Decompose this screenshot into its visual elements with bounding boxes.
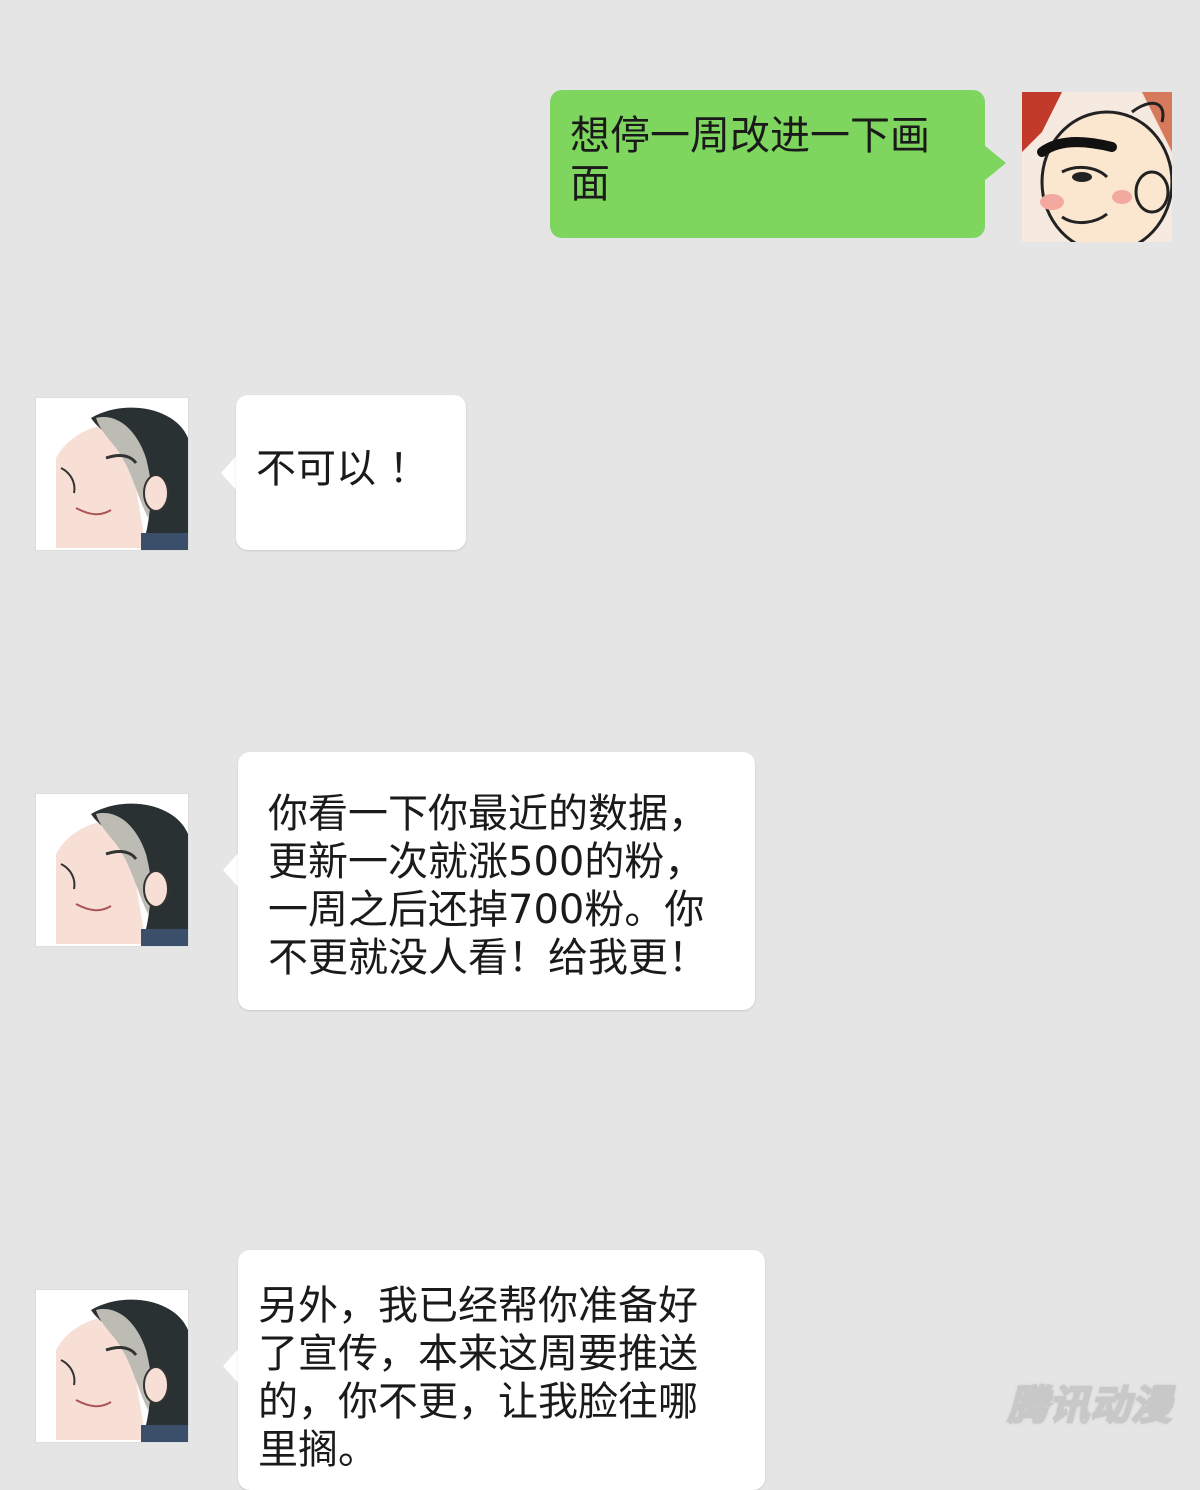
message-bubble-incoming[interactable]: 另外，我已经帮你准备好了宣传，本来这周要推送的，你不更，让我脸往哪里搁。 <box>238 1250 765 1490</box>
long-haired-man-avatar[interactable] <box>36 398 188 550</box>
message-bubble-outgoing[interactable]: 想停一周改进一下画面 <box>550 90 985 238</box>
bubble-tail <box>984 145 1006 181</box>
long-haired-man-avatar[interactable] <box>36 794 188 946</box>
bald-cartoon-man-avatar[interactable] <box>1022 92 1172 242</box>
message-bubble-incoming[interactable]: 你看一下你最近的数据，更新一次就涨500的粉，一周之后还掉700粉。你不更就没人… <box>238 752 755 1010</box>
avatar-image <box>36 794 188 946</box>
long-haired-man-avatar[interactable] <box>36 1290 188 1442</box>
avatar-image <box>36 398 188 550</box>
avatar-image <box>36 1290 188 1442</box>
message-text: 你看一下你最近的数据，更新一次就涨500的粉，一周之后还掉700粉。你不更就没人… <box>268 791 708 981</box>
message-text: 另外，我已经帮你准备好了宣传，本来这周要推送的，你不更，让我脸往哪里搁。 <box>258 1283 698 1473</box>
bubble-tail <box>221 455 237 491</box>
bubble-tail <box>223 1348 239 1384</box>
watermark-logo: 腾讯动漫 <box>1007 1382 1172 1430</box>
bubble-tail <box>223 852 239 888</box>
message-bubble-incoming[interactable]: 不可以 ！ <box>236 395 466 550</box>
message-text: 不可以 ！ <box>256 446 429 492</box>
message-text: 想停一周改进一下画面 <box>570 113 930 207</box>
avatar-image <box>1022 92 1172 242</box>
